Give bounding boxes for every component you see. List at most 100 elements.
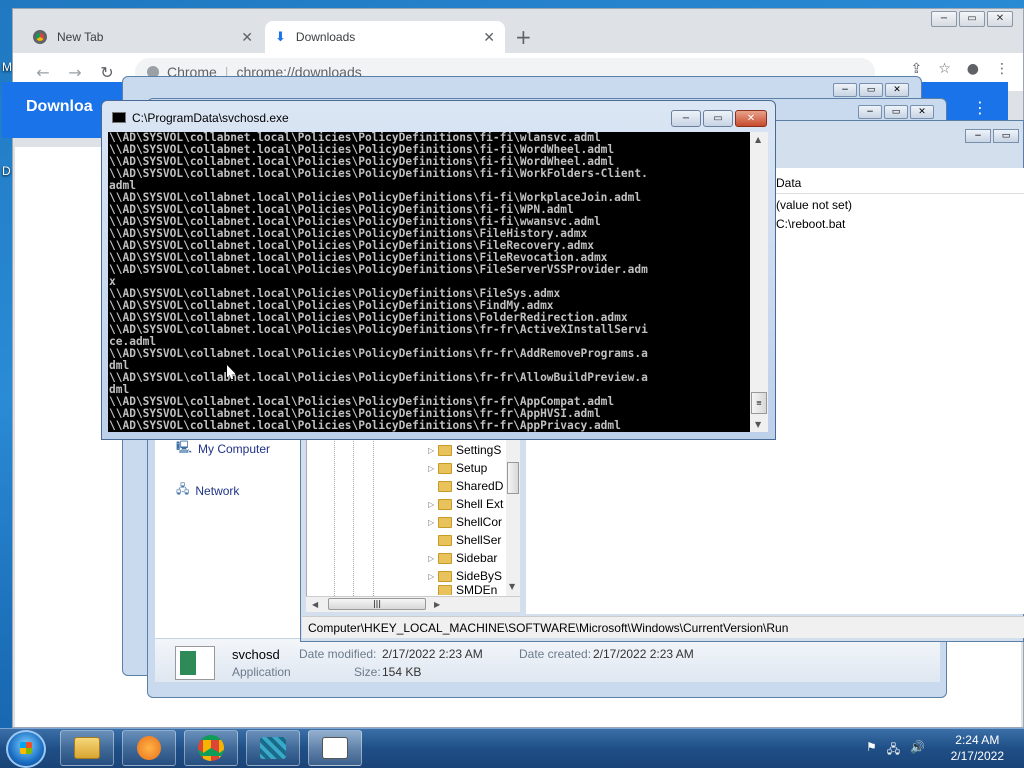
- nav-item-network[interactable]: 🖧 Network: [176, 480, 239, 501]
- back-icon[interactable]: ←: [27, 63, 59, 82]
- maximize-button[interactable]: ▭: [884, 105, 908, 119]
- menu-icon[interactable]: ⋮: [995, 61, 1009, 77]
- console-line: \\AD\SYSVOL\collabnet.local\Policies\Pol…: [109, 263, 648, 276]
- tab-downloads[interactable]: ⬇ Downloads ✕: [265, 21, 505, 53]
- tree-item[interactable]: ▷ Setup: [428, 461, 487, 475]
- file-name: svchosd: [232, 647, 280, 662]
- minimize-button[interactable]: −: [858, 105, 882, 119]
- date-modified-value: 2/17/2022 2:23 AM: [382, 647, 483, 661]
- maximize-button[interactable]: ▭: [703, 110, 733, 127]
- close-button[interactable]: ✕: [735, 110, 767, 127]
- scroll-up-arrow-icon[interactable]: ▲: [755, 135, 761, 144]
- clock-date: 2/17/2022: [950, 749, 1004, 763]
- minimize-button[interactable]: −: [931, 11, 957, 27]
- taskbar-chrome[interactable]: [184, 730, 238, 766]
- chrome-icon: [33, 30, 47, 44]
- console-line: \\AD\SYSVOL\collabnet.local\Policies\Pol…: [109, 371, 648, 384]
- folder-icon: [438, 444, 452, 456]
- more-menu-icon[interactable]: ⋮: [972, 98, 988, 117]
- network-icon: 🖧: [176, 482, 190, 496]
- close-button[interactable]: ✕: [885, 83, 909, 97]
- console-output[interactable]: \\AD\SYSVOL\collabnet.local\Policies\Pol…: [108, 132, 750, 432]
- expand-arrow-icon[interactable]: ▷: [428, 518, 438, 527]
- tree-item-label: SideByS: [456, 569, 503, 583]
- scroll-down-arrow-icon[interactable]: ▼: [755, 420, 761, 429]
- scroll-down-arrow-icon[interactable]: ▼: [509, 582, 515, 591]
- close-icon[interactable]: ✕: [483, 29, 495, 46]
- forward-icon[interactable]: →: [59, 63, 91, 82]
- value-data[interactable]: C:\reboot.bat: [776, 217, 845, 231]
- tree-item[interactable]: ▷ Shell Ext: [428, 497, 503, 511]
- maximize-button[interactable]: ▭: [993, 129, 1019, 143]
- nav-item-label: My Computer: [198, 441, 271, 456]
- folder-icon: [438, 570, 452, 582]
- clock-time: 2:24 AM: [955, 733, 1000, 747]
- start-button[interactable]: [6, 730, 46, 768]
- expand-arrow-icon[interactable]: ▷: [428, 464, 438, 473]
- close-button[interactable]: ✕: [910, 105, 934, 119]
- scroll-right-arrow-icon[interactable]: ▶: [434, 600, 440, 609]
- tree-item-label: SettingS: [456, 443, 502, 457]
- file-type: Application: [232, 665, 291, 679]
- maximize-button[interactable]: ▭: [859, 83, 883, 97]
- maximize-button[interactable]: ▭: [959, 11, 985, 27]
- desktop-icon-label[interactable]: M: [2, 60, 12, 74]
- console-app-icon: [322, 737, 348, 759]
- expand-arrow-icon[interactable]: ▷: [428, 446, 438, 455]
- scrollbar-thumb[interactable]: [507, 462, 519, 494]
- console-line: \\AD\SYSVOL\collabnet.local\Policies\Pol…: [109, 347, 648, 360]
- tree-item[interactable]: SMDEn: [428, 585, 497, 595]
- new-tab-button[interactable]: +: [515, 25, 532, 49]
- minimize-button[interactable]: −: [965, 129, 991, 143]
- tab-new-tab[interactable]: New Tab ✕: [23, 21, 263, 53]
- tree-item[interactable]: ShellSer: [428, 533, 501, 547]
- minimize-button[interactable]: −: [671, 110, 701, 127]
- network-status-icon[interactable]: 🖧: [887, 740, 900, 761]
- reload-icon[interactable]: ↻: [91, 63, 123, 82]
- tree-guides: [334, 436, 414, 606]
- console-scrollbar[interactable]: [750, 132, 768, 432]
- folder-icon: [438, 516, 452, 528]
- scrollbar-thumb[interactable]: |||: [328, 598, 426, 610]
- nav-item-my-computer[interactable]: 🖳 My Computer: [176, 438, 270, 459]
- tree-item-label: SharedD: [456, 479, 504, 493]
- navigation-pane: [155, 430, 300, 638]
- clock[interactable]: 2:24 AM 2/17/2022: [951, 732, 1004, 764]
- minimize-button[interactable]: −: [833, 83, 857, 97]
- taskbar-explorer[interactable]: [60, 730, 114, 766]
- scroll-left-arrow-icon[interactable]: ◀: [312, 600, 318, 609]
- network-app-icon: [260, 737, 286, 759]
- folder-icon: [438, 534, 452, 546]
- media-player-icon: [137, 736, 161, 760]
- date-modified-label: Date modified:: [299, 647, 377, 661]
- window-controls: − ▭ ✕: [831, 83, 909, 97]
- close-button[interactable]: ✕: [987, 11, 1013, 27]
- tree-item[interactable]: ▷ SettingS: [428, 443, 501, 457]
- desktop-icon-label[interactable]: D: [2, 164, 11, 178]
- window-controls: − ▭ ✕: [856, 105, 934, 119]
- tree-item[interactable]: ▷ ShellCor: [428, 515, 502, 529]
- tree-item[interactable]: ▷ SideByS: [428, 569, 502, 583]
- star-icon[interactable]: ☆: [938, 61, 951, 77]
- profile-icon[interactable]: ●: [967, 61, 979, 77]
- console-text: \\AD\SYSVOL\collabnet.local\Policies\Pol…: [108, 132, 750, 432]
- tab-title: Downloads: [295, 30, 356, 44]
- taskbar-media-player[interactable]: [122, 730, 176, 766]
- expand-arrow-icon[interactable]: ▷: [428, 572, 438, 581]
- tree-item[interactable]: SharedD: [428, 479, 503, 493]
- tree-item[interactable]: ▷ Sidebar: [428, 551, 497, 565]
- scrollbar-thumb[interactable]: ≡: [751, 392, 767, 414]
- expand-arrow-icon[interactable]: ▷: [428, 554, 438, 563]
- value-data[interactable]: (value not set): [776, 198, 852, 212]
- action-center-icon[interactable]: ⚑: [866, 740, 877, 761]
- size-label: Size:: [354, 665, 381, 679]
- share-icon[interactable]: ⇪: [910, 61, 922, 77]
- close-icon[interactable]: ✕: [241, 29, 253, 46]
- taskbar-network-app[interactable]: [246, 730, 300, 766]
- taskbar-console[interactable]: [308, 730, 362, 766]
- tree-item-label: Shell Ext: [456, 497, 504, 511]
- volume-icon[interactable]: 🔊: [910, 740, 925, 761]
- tree-vertical-scrollbar[interactable]: [506, 436, 520, 596]
- console-title: C:\ProgramData\svchosd.exe: [132, 111, 289, 125]
- expand-arrow-icon[interactable]: ▷: [428, 500, 438, 509]
